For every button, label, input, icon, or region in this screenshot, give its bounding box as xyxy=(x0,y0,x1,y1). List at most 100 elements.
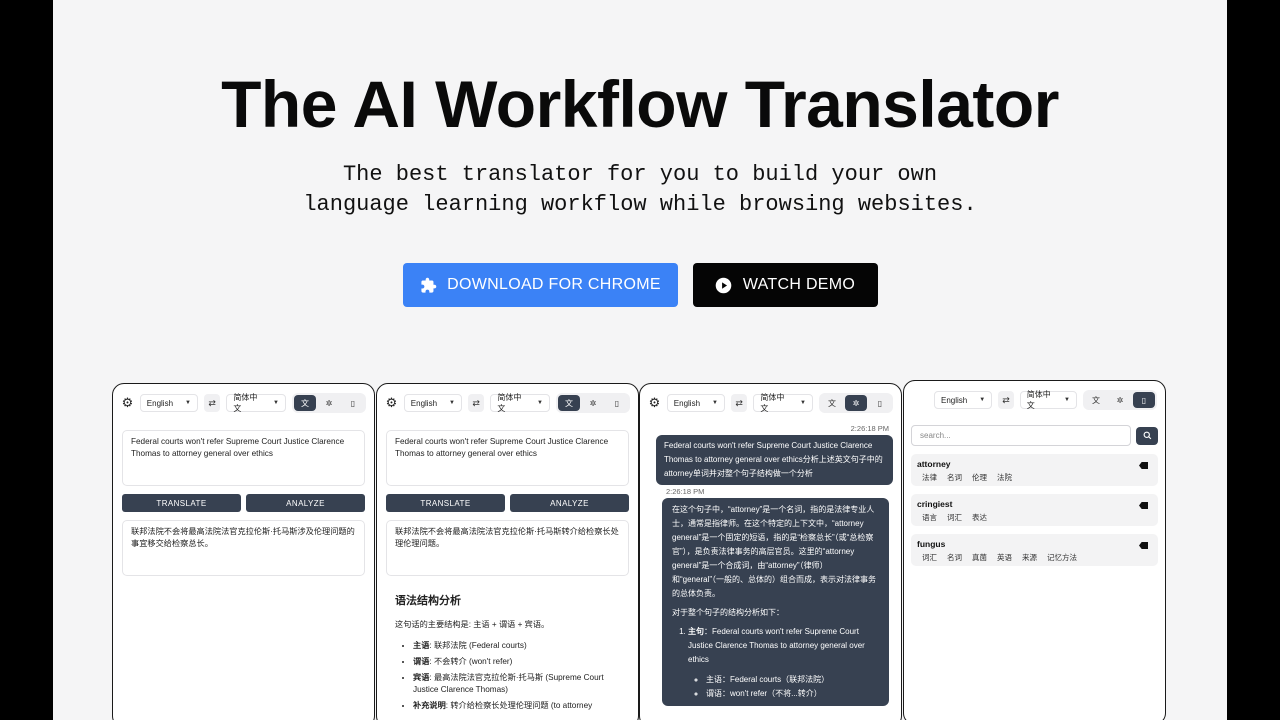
search-button[interactable] xyxy=(1136,426,1158,445)
source-language-value: English xyxy=(146,398,174,408)
message-timestamp: 2:26:18 PM xyxy=(666,487,705,496)
analyze-button[interactable]: ANALYZE xyxy=(510,494,629,512)
tag: 法律 xyxy=(922,473,937,482)
chevron-down-icon: ▼ xyxy=(537,400,543,406)
grammar-list: 主语: 联邦法院 (Federal courts) 谓语: 不会转介 (won'… xyxy=(395,640,620,712)
grammar-analysis: 语法结构分析 这句话的主要结构是: 主语 + 谓语 + 宾语。 主语: 联邦法院… xyxy=(377,576,638,712)
mode-switcher: 文 ✲ ▯ xyxy=(292,393,366,413)
chevron-down-icon: ▼ xyxy=(273,400,279,406)
gear-icon[interactable]: ⚙ xyxy=(385,395,398,410)
item-label: 主句 xyxy=(688,627,704,636)
translate-button[interactable]: TRANSLATE xyxy=(122,494,241,512)
bookmark-mode-icon[interactable]: ▯ xyxy=(606,395,628,411)
action-buttons: TRANSLATE ANALYZE xyxy=(386,494,629,512)
source-language-select[interactable]: English ▼ xyxy=(934,391,993,409)
mode-switcher: 文 ✲ ▯ xyxy=(556,393,630,413)
hero-subtitle-line-2: language learning workflow while browsin… xyxy=(303,192,977,217)
tag: 伦理 xyxy=(972,473,987,482)
chat-mode-icon[interactable]: ✲ xyxy=(845,395,867,411)
source-text-input[interactable]: Federal courts won't refer Supreme Court… xyxy=(122,430,365,486)
tag: 记忆方法 xyxy=(1047,553,1077,562)
translate-mode-icon[interactable]: 文 xyxy=(1085,392,1107,408)
gear-icon[interactable]: ⚙ xyxy=(648,395,661,410)
target-language-select[interactable]: 简体中文 ▼ xyxy=(1019,390,1077,410)
item-text: : 最高法院法官克拉伦斯·托马斯 (Supreme Court Justice … xyxy=(413,673,604,694)
word-title: attorney xyxy=(917,459,951,469)
swap-languages-icon[interactable]: ⇄ xyxy=(203,394,221,412)
target-language-select[interactable]: 简体中文 ▼ xyxy=(490,393,550,413)
source-language-select[interactable]: English ▼ xyxy=(403,394,462,412)
item-label: 宾语 xyxy=(413,673,430,682)
translate-button[interactable]: TRANSLATE xyxy=(386,494,505,512)
panel-toolbar: ⚙ English ▼ ⇄ 简体中文 ▼ 文 ✲ ▯ xyxy=(377,384,638,422)
watch-demo-button[interactable]: WATCH DEMO xyxy=(692,263,878,307)
word-card[interactable]: cringiest 语言 词汇 表达 xyxy=(911,494,1158,526)
watch-demo-label: WATCH DEMO xyxy=(742,276,856,293)
target-language-select[interactable]: 简体中文 ▼ xyxy=(753,393,813,413)
answer-paragraph: 对于整个句子的结构分析如下： xyxy=(672,608,784,617)
analyze-button[interactable]: ANALYZE xyxy=(246,494,365,512)
analyze-panel: ⚙ English ▼ ⇄ 简体中文 ▼ 文 ✲ ▯ Federal courts … xyxy=(376,383,639,720)
item-label: 谓语 xyxy=(413,657,430,666)
list-item: 主语：Federal courts（联邦法院） xyxy=(706,673,879,687)
bookmark-mode-icon[interactable]: ▯ xyxy=(869,395,891,411)
word-card[interactable]: attorney 法律 名词 伦理 法院 xyxy=(911,454,1158,486)
tag: 真菌 xyxy=(972,553,987,562)
chevron-down-icon: ▼ xyxy=(712,400,718,406)
item-text: ：Federal courts won't refer Supreme Cour… xyxy=(688,627,865,664)
tag: 表达 xyxy=(972,513,987,522)
translation-output[interactable]: 联邦法院不会将最高法院法官克拉伦斯·托马斯涉及伦理问题的事宜移交给检察总长。 xyxy=(122,520,365,576)
assistant-message: 在这个句子中，“attorney”是一个名词，指的是法律专业人士，通常是指律师。… xyxy=(662,498,889,706)
tag: 词汇 xyxy=(947,513,962,522)
bookmark-mode-icon[interactable]: ▯ xyxy=(1133,392,1155,408)
translate-mode-icon[interactable]: 文 xyxy=(821,395,843,411)
translate-mode-icon[interactable]: 文 xyxy=(558,395,580,411)
source-language-select[interactable]: English ▼ xyxy=(139,394,198,412)
hero-subtitle: The best translator for you to build you… xyxy=(53,160,1227,220)
download-chrome-button[interactable]: DOWNLOAD FOR CHROME xyxy=(402,263,678,307)
chat-mode-icon[interactable]: ✲ xyxy=(1109,392,1131,408)
chevron-down-icon: ▼ xyxy=(979,397,986,403)
mode-switcher: 文 ✲ ▯ xyxy=(1083,390,1157,410)
tag: 法院 xyxy=(997,473,1012,482)
chat-mode-icon[interactable]: ✲ xyxy=(318,395,340,411)
chevron-down-icon: ▼ xyxy=(449,400,455,406)
chevron-down-icon: ▼ xyxy=(800,400,806,406)
puzzle-icon xyxy=(419,276,437,294)
list-item: 谓语: 不会转介 (won't refer) xyxy=(413,656,620,668)
hero-title: The AI Workflow Translator xyxy=(221,67,1059,141)
source-text-input[interactable]: Federal courts won't refer Supreme Court… xyxy=(386,430,629,486)
chat-mode-icon[interactable]: ✲ xyxy=(582,395,604,411)
swap-languages-icon[interactable]: ⇄ xyxy=(730,394,748,412)
gear-icon[interactable]: ⚙ xyxy=(121,395,134,410)
source-language-value: English xyxy=(673,398,701,408)
search-icon xyxy=(1143,431,1151,440)
swap-languages-icon[interactable]: ⇄ xyxy=(998,391,1014,409)
chevron-down-icon: ▼ xyxy=(185,400,191,406)
item-label: 主语 xyxy=(413,641,430,650)
item-text: : 联邦法院 (Federal courts) xyxy=(429,641,527,650)
list-item: 宾语: 最高法院法官克拉伦斯·托马斯 (Supreme Court Justic… xyxy=(413,672,620,696)
answer-paragraph: 在这个句子中，“attorney”是一个名词，指的是法律专业人士，通常是指律师。… xyxy=(672,505,877,598)
tag: 名词 xyxy=(947,553,962,562)
item-text: : 转介给检察长处理伦理问题 (to attorney xyxy=(445,701,593,710)
list-item: 谓语：won't refer（不将...转介） xyxy=(706,687,879,701)
translation-output[interactable]: 联邦法院不会将最高法院法官克拉伦斯·托马斯转介给检察长处理伦理问题。 xyxy=(386,520,629,576)
list-item: 补充说明: 转介给检察长处理伦理问题 (to attorney xyxy=(413,700,620,712)
target-language-value: 简体中文 xyxy=(1026,390,1051,410)
action-buttons: TRANSLATE ANALYZE xyxy=(122,494,365,512)
word-card[interactable]: fungus 词汇 名词 真菌 英语 来源 记忆方法 xyxy=(911,534,1158,566)
list-item: 主语: 联邦法院 (Federal courts) xyxy=(413,640,620,652)
user-message: Federal courts won't refer Supreme Court… xyxy=(656,435,893,485)
chat-thread: 2:26:18 PM Federal courts won't refer Su… xyxy=(640,422,901,706)
search-input[interactable]: search... xyxy=(911,425,1131,446)
grammar-intro: 这句话的主要结构是: 主语 + 谓语 + 宾语。 xyxy=(395,620,550,629)
tag: 英语 xyxy=(997,553,1012,562)
swap-languages-icon[interactable]: ⇄ xyxy=(467,394,485,412)
target-language-select[interactable]: 简体中文 ▼ xyxy=(226,393,286,413)
source-language-select[interactable]: English ▼ xyxy=(666,394,725,412)
bookmark-mode-icon[interactable]: ▯ xyxy=(342,395,364,411)
panel-toolbar: ⚙ English ▼ ⇄ 简体中文 ▼ 文 ✲ ▯ xyxy=(113,384,374,422)
download-chrome-label: DOWNLOAD FOR CHROME xyxy=(447,276,661,293)
translate-mode-icon[interactable]: 文 xyxy=(294,395,316,411)
